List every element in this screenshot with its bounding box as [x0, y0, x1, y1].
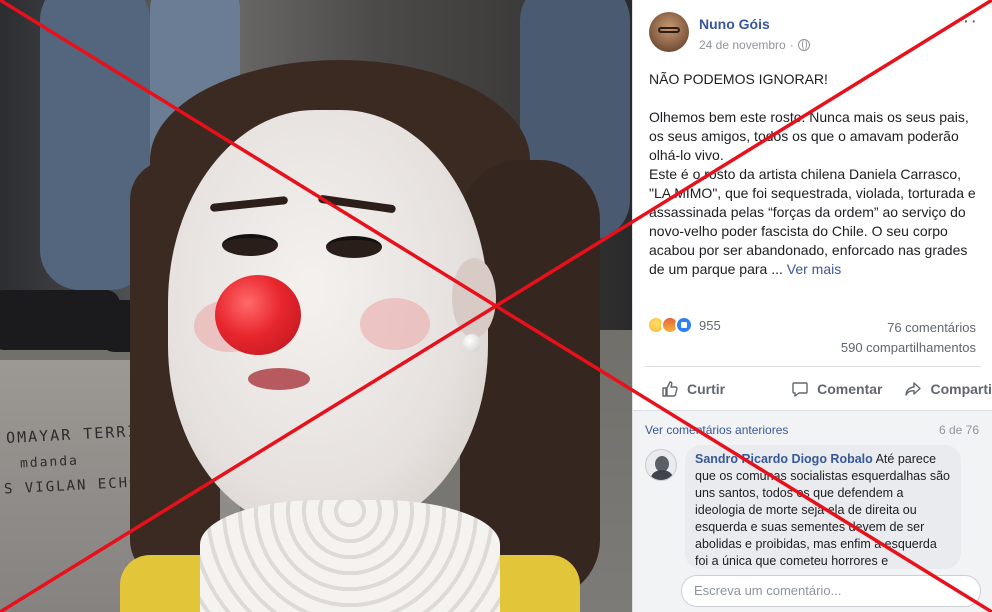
see-more-link[interactable]: Ver mais: [787, 261, 841, 277]
share-arrow-icon: [905, 381, 922, 396]
post-panel: Nuno Góis 24 de novembro · ··· NÃO PODEM…: [632, 0, 992, 612]
reactions-count: 955: [699, 317, 721, 333]
meta-separator: ·: [789, 38, 794, 52]
ear: [452, 258, 496, 338]
lips: [248, 368, 310, 390]
red-clown-nose: [215, 275, 301, 355]
speech-bubble-icon: [792, 381, 808, 397]
pearl-earring: [463, 334, 481, 352]
eye: [326, 236, 382, 258]
comments-section: Ver comentários anteriores 6 de 76 Sandr…: [633, 410, 992, 612]
comment-bubble: Sandro Ricardo Diogo Robalo Até parece q…: [685, 445, 961, 569]
comment-input[interactable]: [694, 583, 844, 598]
glasses-shape: [658, 27, 680, 33]
post-date[interactable]: 24 de novembro: [699, 38, 786, 52]
comments-pagination: 6 de 76: [938, 423, 979, 437]
post-meta: 24 de novembro ·: [699, 38, 810, 52]
post-photo[interactable]: OMAYAR TERRIBE mdanda S VIGLAN ECHO: [0, 0, 632, 612]
comments-count[interactable]: 76 comentários: [887, 320, 976, 335]
comment-label: Comentar: [817, 380, 883, 397]
post-body: Olhemos bem este rosto. Nunca mais os se…: [649, 109, 976, 277]
author-avatar[interactable]: [649, 12, 689, 52]
avatar-body-shape: [651, 470, 673, 480]
comment-button[interactable]: Comentar: [783, 380, 890, 398]
comment-composer[interactable]: [681, 575, 981, 607]
reactions-summary[interactable]: 955: [647, 316, 721, 334]
thumbs-up-icon: [662, 380, 678, 397]
comment-text: Até parece que os comunas socialistas es…: [695, 452, 951, 568]
globe-icon: [797, 39, 810, 51]
graffiti-text: mdanda: [19, 453, 80, 472]
shares-count[interactable]: 590 compartilhamentos: [841, 340, 976, 355]
author-name[interactable]: Nuno Góis: [699, 16, 770, 32]
more-options-icon[interactable]: ···: [955, 10, 978, 33]
like-label: Curtir: [687, 380, 726, 397]
commenter-name[interactable]: Sandro Ricardo Diogo Robalo: [695, 452, 873, 466]
action-bar: Curtir Comentar Compartilhar: [645, 366, 992, 410]
ruffled-collar: [200, 500, 500, 612]
like-thumb-icon: [675, 316, 693, 334]
share-button[interactable]: Compartilhar: [896, 380, 992, 398]
like-button[interactable]: Curtir: [653, 380, 733, 398]
share-label: Compartilhar: [930, 380, 992, 397]
eye: [222, 234, 278, 256]
cheek-blush: [360, 298, 430, 350]
commenter-avatar[interactable]: [645, 449, 677, 481]
post-text: NÃO PODEMOS IGNORAR! Olhemos bem este ro…: [649, 70, 983, 279]
view-previous-comments-link[interactable]: Ver comentários anteriores: [645, 423, 788, 437]
post-headline: NÃO PODEMOS IGNORAR!: [649, 71, 828, 87]
